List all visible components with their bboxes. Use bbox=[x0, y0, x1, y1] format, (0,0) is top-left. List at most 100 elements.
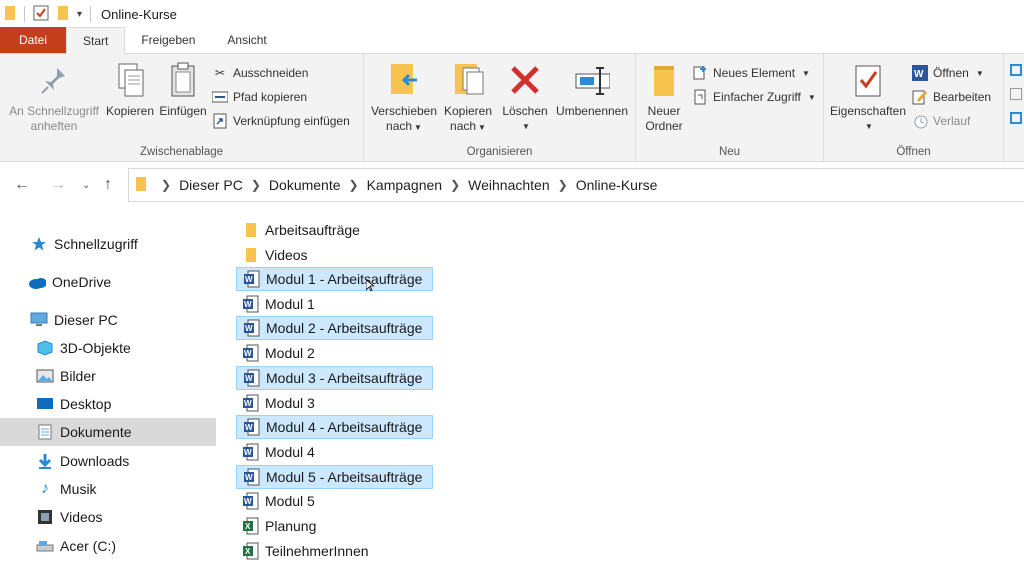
delete-button[interactable]: Löschen ▼ bbox=[498, 60, 552, 134]
easy-access-button[interactable]: Einfacher Zugriff ▼ bbox=[692, 87, 816, 107]
list-item[interactable]: W Modul 4 bbox=[236, 440, 319, 464]
new-group: Neuer Ordner Neues Element ▼ Einfacher Z… bbox=[636, 54, 824, 162]
nav-item-pictures[interactable]: Bilder bbox=[0, 362, 216, 390]
invert-selection-icon[interactable] bbox=[1010, 112, 1022, 124]
word-document-icon: W bbox=[242, 344, 260, 362]
list-item[interactable]: W Modul 5 - Arbeitsaufträge bbox=[236, 465, 433, 489]
list-item[interactable]: X TeilnehmerInnen bbox=[236, 539, 373, 563]
chevron-right-icon[interactable]: ❯ bbox=[450, 178, 460, 192]
nav-item-label: Schnellzugriff bbox=[54, 236, 138, 252]
pin-quick-access-button[interactable]: An Schnellzugriff anheften bbox=[6, 60, 102, 134]
address-bar[interactable]: ❯ Dieser PC ❯ Dokumente ❯ Kampagnen ❯ We… bbox=[128, 168, 1024, 202]
select-group bbox=[1004, 54, 1024, 162]
word-icon: W bbox=[912, 65, 928, 81]
tab-freigeben[interactable]: Freigeben bbox=[125, 27, 211, 53]
nav-item-label: OneDrive bbox=[52, 274, 112, 290]
breadcrumb-dieser-pc[interactable]: Dieser PC bbox=[179, 177, 243, 193]
folder-icon bbox=[242, 221, 260, 239]
list-item[interactable]: W Modul 5 bbox=[236, 489, 319, 513]
new-item-label: Neues Element bbox=[713, 66, 796, 80]
nav-item-drive-c[interactable]: Acer (C:) bbox=[0, 532, 216, 560]
copy-to-icon bbox=[450, 60, 486, 100]
pin-icon bbox=[36, 60, 72, 100]
list-item[interactable]: W Modul 2 bbox=[236, 341, 319, 365]
move-to-label-2: nach bbox=[386, 119, 413, 133]
properties-check-icon[interactable] bbox=[33, 5, 49, 24]
new-item-button[interactable]: Neues Element ▼ bbox=[692, 63, 810, 83]
breadcrumb-kampagnen[interactable]: Kampagnen bbox=[367, 177, 443, 193]
open-group: Eigenschaften ▼ W Öffnen ▼ Bearbeiten Ve… bbox=[824, 54, 1004, 162]
tab-ansicht[interactable]: Ansicht bbox=[211, 27, 282, 53]
customize-toolbar-icon[interactable]: ▾ bbox=[77, 9, 82, 20]
back-arrow-icon[interactable]: ← bbox=[14, 176, 30, 194]
copy-to-button[interactable]: Kopieren nach ▼ bbox=[440, 60, 496, 135]
tab-start[interactable]: Start bbox=[66, 27, 126, 54]
folder-icon bbox=[4, 5, 16, 24]
edit-button[interactable]: Bearbeiten bbox=[912, 87, 991, 107]
ribbon: An Schnellzugriff anheften Kopieren Einf… bbox=[0, 54, 1024, 162]
film-icon bbox=[36, 508, 54, 526]
list-item[interactable]: W Modul 1 - Arbeitsaufträge bbox=[236, 267, 433, 291]
new-folder-icon bbox=[646, 60, 682, 100]
chevron-down-icon: ▼ bbox=[522, 122, 530, 131]
svg-text:W: W bbox=[244, 448, 252, 457]
list-item[interactable]: W Modul 4 - Arbeitsaufträge bbox=[236, 415, 433, 439]
path-icon bbox=[212, 89, 228, 105]
paste-button[interactable]: Einfügen bbox=[158, 60, 208, 119]
svg-text:W: W bbox=[245, 275, 253, 284]
list-item[interactable]: W Modul 1 bbox=[236, 292, 319, 316]
new-folder-icon[interactable] bbox=[57, 5, 69, 24]
nav-item-documents[interactable]: Dokumente bbox=[0, 418, 216, 446]
nav-item-this-pc[interactable]: Dieser PC bbox=[0, 306, 216, 334]
music-icon: ♪ bbox=[41, 480, 49, 497]
forward-arrow-icon[interactable]: → bbox=[50, 176, 66, 194]
nav-item-downloads[interactable]: Downloads bbox=[0, 447, 216, 475]
file-name: Modul 5 bbox=[265, 493, 315, 509]
paste-shortcut-button[interactable]: Verknüpfung einfügen bbox=[212, 111, 350, 131]
chevron-right-icon[interactable]: ❯ bbox=[558, 178, 568, 192]
list-item[interactable]: W Modul 3 bbox=[236, 391, 319, 415]
word-document-icon: W bbox=[243, 468, 261, 486]
list-item[interactable]: Videos bbox=[236, 243, 312, 267]
list-item[interactable]: W Modul 3 - Arbeitsaufträge bbox=[236, 366, 433, 390]
new-folder-label-2: Ordner bbox=[645, 119, 683, 133]
breadcrumb-online-kurse[interactable]: Online-Kurse bbox=[576, 177, 658, 193]
chevron-right-icon[interactable]: ❯ bbox=[161, 178, 171, 192]
nav-item-3d-objects[interactable]: 3D-Objekte bbox=[0, 334, 216, 362]
history-button[interactable]: Verlauf bbox=[912, 111, 970, 131]
recent-locations-icon[interactable]: ⌄ bbox=[82, 180, 90, 191]
download-icon bbox=[36, 452, 54, 470]
copy-button[interactable]: Kopieren bbox=[102, 60, 158, 119]
chevron-right-icon[interactable]: ❯ bbox=[349, 178, 359, 192]
properties-button[interactable]: Eigenschaften ▼ bbox=[828, 60, 908, 134]
edit-icon bbox=[912, 89, 928, 105]
folder-icon bbox=[135, 176, 147, 195]
list-item[interactable]: Arbeitsaufträge bbox=[236, 218, 364, 242]
breadcrumb-dokumente[interactable]: Dokumente bbox=[269, 177, 341, 193]
nav-item-desktop[interactable]: Desktop bbox=[0, 390, 216, 418]
new-folder-button[interactable]: Neuer Ordner bbox=[640, 60, 688, 134]
word-document-icon: W bbox=[242, 492, 260, 510]
cut-button[interactable]: ✂ Ausschneiden bbox=[212, 63, 308, 83]
move-to-button[interactable]: Verschieben nach ▼ bbox=[368, 60, 440, 135]
nav-item-quick-access[interactable]: Schnellzugriff bbox=[0, 230, 216, 258]
nav-item-videos[interactable]: Videos bbox=[0, 503, 216, 531]
file-name: Modul 4 bbox=[265, 444, 315, 460]
list-item[interactable]: X Planung bbox=[236, 514, 320, 538]
word-document-icon: W bbox=[243, 319, 261, 337]
list-item[interactable]: W Modul 2 - Arbeitsaufträge bbox=[236, 316, 433, 340]
copy-path-button[interactable]: Pfad kopieren bbox=[212, 87, 307, 107]
tab-datei[interactable]: Datei bbox=[0, 27, 66, 53]
star-icon bbox=[30, 235, 48, 253]
up-arrow-icon[interactable]: ↑ bbox=[104, 176, 112, 194]
breadcrumb-weihnachten[interactable]: Weihnachten bbox=[468, 177, 549, 193]
select-all-icon[interactable] bbox=[1010, 64, 1022, 76]
open-button[interactable]: W Öffnen ▼ bbox=[912, 63, 984, 83]
nav-item-label: Musik bbox=[60, 481, 97, 497]
nav-item-onedrive[interactable]: OneDrive bbox=[0, 268, 216, 296]
select-none-icon[interactable] bbox=[1010, 88, 1022, 100]
nav-item-music[interactable]: ♪ Musik bbox=[0, 475, 216, 503]
chevron-right-icon[interactable]: ❯ bbox=[251, 178, 261, 192]
rename-button[interactable]: Umbenennen bbox=[552, 60, 632, 119]
svg-text:W: W bbox=[245, 423, 253, 432]
